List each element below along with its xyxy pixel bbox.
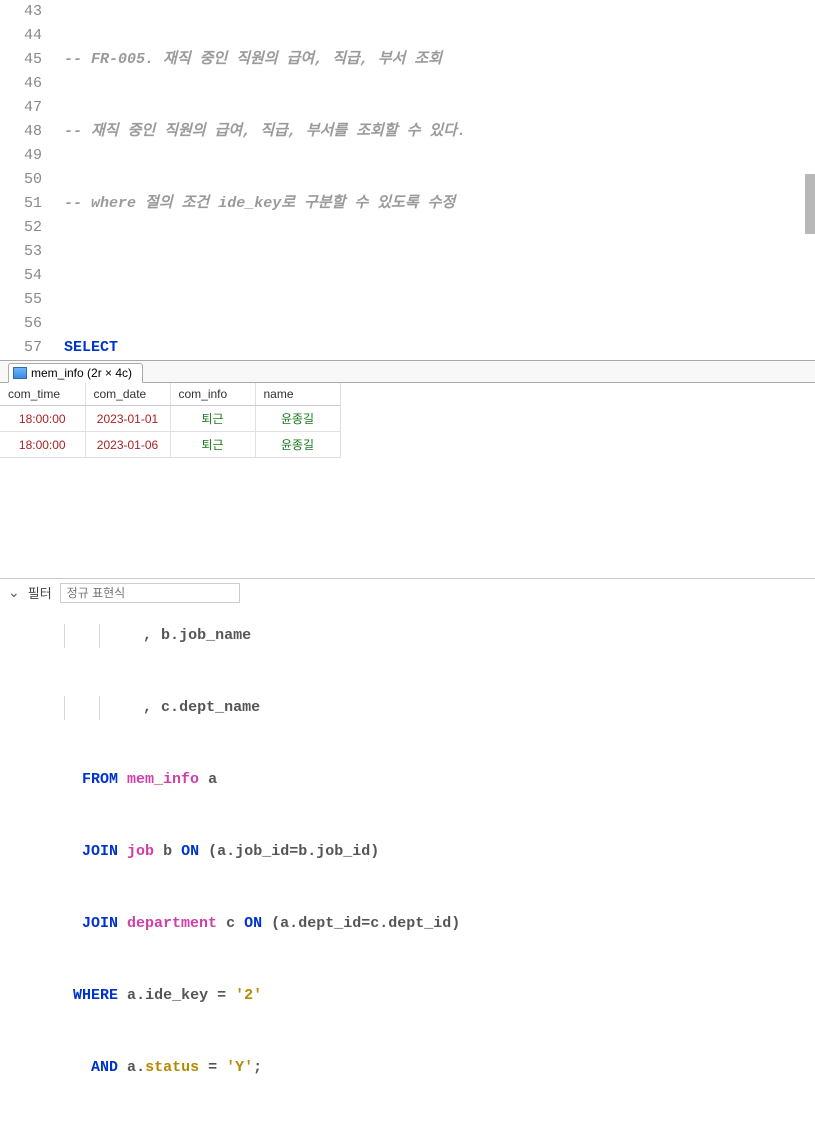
keyword-on: ON: [181, 843, 199, 860]
table-icon: [13, 367, 27, 379]
cell-com-date[interactable]: 2023-01-06: [85, 432, 170, 458]
keyword-join: JOIN: [82, 843, 118, 860]
filter-bar: ⌄ 필터: [0, 578, 815, 606]
keyword-join: JOIN: [82, 915, 118, 932]
line-number: 44: [0, 24, 42, 48]
line-number: 53: [0, 240, 42, 264]
string-literal: 'Y': [226, 1059, 253, 1076]
column-header[interactable]: com_time: [0, 383, 85, 406]
cell-com-time[interactable]: 18:00:00: [0, 406, 85, 432]
keyword-where: WHERE: [73, 987, 118, 1004]
column-deptname: dept_name: [179, 699, 260, 716]
line-number: 48: [0, 120, 42, 144]
code-text-area[interactable]: -- FR-005. 재직 중인 직원의 급여, 직급, 부서 조회 -- 재직…: [52, 0, 815, 360]
line-number: 52: [0, 216, 42, 240]
keyword-from: FROM: [82, 771, 118, 788]
collapse-chevron-icon[interactable]: ⌄: [8, 584, 20, 601]
sql-comment: -- 재직 중인 직원의 급여, 직급, 부서를 조회할 수 있다.: [64, 123, 466, 140]
cell-name[interactable]: 윤종길: [255, 406, 340, 432]
table-department: department: [127, 915, 217, 932]
column-header[interactable]: com_info: [170, 383, 255, 406]
query-results-pane: mem_info (2r × 4c) com_time com_date com…: [0, 360, 815, 578]
table-row[interactable]: 18:00:00 2023-01-06 퇴근 윤종길: [0, 432, 340, 458]
keyword-and: AND: [91, 1059, 118, 1076]
line-number: 43: [0, 0, 42, 24]
results-tab[interactable]: mem_info (2r × 4c): [8, 363, 143, 383]
line-number: 45: [0, 48, 42, 72]
cell-com-info[interactable]: 퇴근: [170, 432, 255, 458]
cell-com-info[interactable]: 퇴근: [170, 406, 255, 432]
cell-com-time[interactable]: 18:00:00: [0, 432, 85, 458]
line-number: 55: [0, 288, 42, 312]
line-number: 54: [0, 264, 42, 288]
line-number: 49: [0, 144, 42, 168]
keyword-on: ON: [244, 915, 262, 932]
table-meminfo: mem_info: [127, 771, 199, 788]
line-number: 56: [0, 312, 42, 336]
column-jobname: job_name: [179, 627, 251, 644]
keyword-select: SELECT: [64, 339, 118, 356]
cell-com-date[interactable]: 2023-01-01: [85, 406, 170, 432]
table-job: job: [127, 843, 154, 860]
results-grid[interactable]: com_time com_date com_info name 18:00:00…: [0, 383, 341, 458]
vertical-scrollbar-thumb[interactable]: [805, 174, 815, 234]
line-number: 57: [0, 336, 42, 360]
table-row[interactable]: 18:00:00 2023-01-01 퇴근 윤종길: [0, 406, 340, 432]
line-number: 51: [0, 192, 42, 216]
column-header[interactable]: com_date: [85, 383, 170, 406]
results-tab-label: mem_info (2r × 4c): [31, 366, 132, 380]
line-number: 50: [0, 168, 42, 192]
string-literal: '2': [235, 987, 262, 1004]
filter-input[interactable]: [60, 583, 240, 603]
column-header[interactable]: name: [255, 383, 340, 406]
filter-label: 필터: [28, 583, 52, 602]
sql-comment: -- FR-005. 재직 중인 직원의 급여, 직급, 부서 조회: [64, 51, 442, 68]
line-number: 46: [0, 72, 42, 96]
line-number: 47: [0, 96, 42, 120]
code-editor[interactable]: 43 44 45 46 47 48 49 50 51 52 53 54 55 5…: [0, 0, 815, 360]
cell-name[interactable]: 윤종길: [255, 432, 340, 458]
line-number-gutter: 43 44 45 46 47 48 49 50 51 52 53 54 55 5…: [0, 0, 52, 360]
results-tab-bar: mem_info (2r × 4c): [0, 361, 815, 383]
sql-comment: -- where 절의 조건 ide_key로 구분할 수 있도록 수정: [64, 195, 455, 212]
